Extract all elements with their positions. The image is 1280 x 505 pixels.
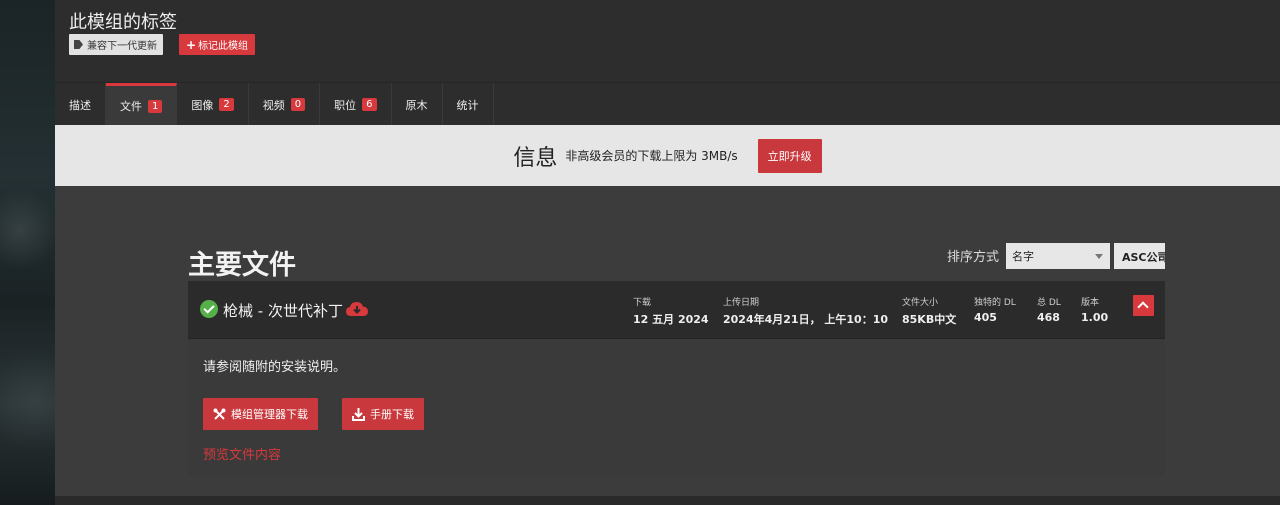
preview-file-contents-link[interactable]: 预览文件内容	[203, 444, 281, 463]
mod-manager-download-label: 模组管理器下载	[231, 408, 308, 421]
tab-count-badge: 1	[148, 99, 163, 113]
tab-count-badge: 6	[362, 98, 377, 111]
meta-label: 独特的 DL	[974, 298, 1016, 308]
meta-label: 版本	[1081, 298, 1100, 308]
tab-label: 视频	[262, 98, 285, 112]
sort-select[interactable]: 名字	[1006, 243, 1110, 269]
meta-value: 1.00	[1081, 311, 1109, 324]
tab-posts[interactable]: 职位 6	[320, 83, 392, 126]
tag-icon	[74, 40, 83, 49]
sort-order-button[interactable]: ASC公司	[1114, 243, 1165, 269]
tab-files[interactable]: 文件 1	[106, 83, 178, 126]
meta-label: 上传日期	[723, 298, 760, 308]
meta-value: 468	[1037, 311, 1060, 324]
mod-manager-download-button[interactable]: 模组管理器下载	[203, 398, 318, 430]
tab-images[interactable]: 图像 2	[177, 83, 249, 126]
meta-label: 总 DL	[1037, 298, 1061, 308]
tab-label: 文件	[120, 100, 142, 113]
file-card: 枪械 - 次世代补丁 下载 12 五月 2024 上传日期 2024年4月21日…	[188, 281, 1165, 476]
tag-chip[interactable]: 兼容下一代更新	[69, 34, 163, 55]
upgrade-button[interactable]: 立即升级	[757, 138, 822, 173]
info-title: 信息	[513, 145, 558, 171]
tags-title: 此模组的标签	[69, 12, 177, 33]
meta-unique-dl: 独特的 DL 405	[974, 295, 1016, 324]
meta-upload-date: 上传日期 2024年4月21日， 上午10：10	[723, 295, 888, 327]
cloud-download-icon	[346, 302, 368, 316]
tab-videos[interactable]: 视频 0	[249, 83, 321, 126]
meta-download: 下载 12 五月 2024	[633, 295, 709, 327]
flag-mod-label: 标记此模组	[198, 41, 249, 52]
tab-logs[interactable]: 原木	[392, 83, 443, 126]
page-background-art	[0, 0, 55, 505]
meta-value: 12 五月 2024	[633, 313, 709, 326]
meta-label: 下载	[633, 298, 652, 308]
meta-value: 405	[974, 311, 997, 324]
manual-download-label: 手册下载	[370, 408, 414, 421]
tag-chip-label: 兼容下一代更新	[87, 41, 157, 52]
files-content: 主要文件 排序方式 名字 ASC公司 枪械 - 次世代补丁 下载 12 五月 2…	[55, 186, 1280, 496]
footer-strip	[55, 496, 1280, 505]
meta-total-dl: 总 DL 468	[1037, 295, 1061, 324]
section-title: 主要文件	[188, 250, 296, 281]
main-content: 此模组的标签 兼容下一代更新 + 标记此模组 描述 文件 1 图像 2 视频 0…	[55, 0, 1280, 505]
flag-mod-button[interactable]: + 标记此模组	[179, 34, 256, 55]
mod-tags-header: 此模组的标签 兼容下一代更新 + 标记此模组	[55, 0, 1280, 82]
file-body: 请参阅随附的安装说明。 模组管理器下载 手册下载 预览文件内容	[188, 339, 1165, 476]
tab-description[interactable]: 描述	[55, 83, 106, 126]
tab-count-badge: 2	[219, 98, 234, 111]
check-circle-icon	[200, 300, 218, 318]
file-description: 请参阅随附的安装说明。	[203, 360, 347, 375]
info-text: 非高级会员的下载上限为 3MB/s	[565, 149, 738, 163]
meta-value: 85KB中文	[902, 313, 957, 326]
tab-label: 原木	[405, 98, 428, 112]
meta-version: 版本 1.00	[1081, 295, 1108, 324]
sort-label: 排序方式	[947, 250, 1000, 265]
mod-tabs: 描述 文件 1 图像 2 视频 0 职位 6 原木 统计	[55, 82, 1280, 126]
file-header[interactable]: 枪械 - 次世代补丁 下载 12 五月 2024 上传日期 2024年4月21日…	[188, 281, 1165, 339]
chevron-down-icon	[1095, 254, 1103, 259]
info-banner: 信息 非高级会员的下载上限为 3MB/s 立即升级	[55, 125, 1280, 186]
tab-count-badge: 0	[290, 98, 306, 111]
download-icon	[352, 407, 365, 421]
tab-label: 统计	[456, 98, 479, 112]
tab-label: 描述	[69, 98, 91, 112]
meta-label: 文件大小	[902, 298, 939, 308]
sort-select-value: 名字	[1012, 250, 1034, 263]
meta-file-size: 文件大小 85KB中文	[902, 295, 956, 327]
tab-label: 图像	[191, 98, 214, 112]
collapse-button[interactable]	[1133, 295, 1154, 316]
tab-stats[interactable]: 统计	[443, 83, 494, 126]
file-name: 枪械 - 次世代补丁	[223, 302, 343, 320]
tab-label: 职位	[334, 98, 357, 112]
manual-download-button[interactable]: 手册下载	[342, 398, 424, 430]
meta-value: 2024年4月21日， 上午10：10	[723, 313, 889, 326]
tools-icon	[213, 408, 226, 420]
plus-icon: +	[186, 37, 197, 52]
